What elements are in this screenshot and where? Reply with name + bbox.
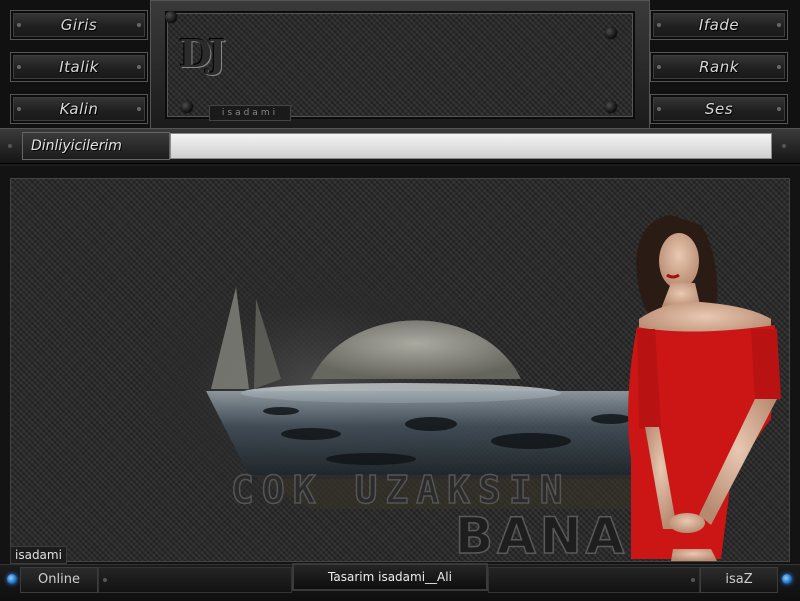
nav-button-label: Ses xyxy=(704,100,734,118)
footer-track-right xyxy=(488,567,700,593)
rivet-icon xyxy=(777,23,781,27)
rivet-icon xyxy=(137,65,141,69)
banner-title-line1: COK UZAKSIN xyxy=(231,468,571,512)
banner-title-line2: BANA xyxy=(455,507,628,561)
nav-button-label: Giris xyxy=(60,16,98,34)
screw-icon xyxy=(181,101,193,113)
online-button[interactable]: Online xyxy=(20,567,98,593)
nav-button-label: Rank xyxy=(699,58,739,76)
screw-icon xyxy=(605,27,617,39)
rivet-icon xyxy=(657,65,661,69)
dj-logo: DJ xyxy=(179,31,226,76)
nav-button-ses[interactable]: Ses xyxy=(650,94,788,124)
rivet-icon xyxy=(782,144,786,148)
rivet-icon xyxy=(17,65,21,69)
rivet-icon xyxy=(103,578,107,582)
nav-button-label: Kalin xyxy=(59,100,99,118)
header-display: DJ isadami xyxy=(165,11,635,121)
banner-artwork: COK UZAKSIN BANA xyxy=(141,215,781,561)
main-panel: COK UZAKSIN BANA xyxy=(10,178,790,562)
status-light-icon xyxy=(782,574,792,584)
rivet-icon xyxy=(657,107,661,111)
rivet-icon xyxy=(691,578,695,582)
nav-button-rank[interactable]: Rank xyxy=(650,52,788,82)
listeners-label[interactable]: Dinliyicilerim xyxy=(22,132,170,160)
footer-track-left xyxy=(98,567,292,593)
designer-credit: Tasarim isadami__Ali xyxy=(292,563,488,591)
status-light-icon xyxy=(7,574,17,584)
nav-button-italik[interactable]: Italik xyxy=(10,52,148,82)
logo-subtitle: isadami xyxy=(209,105,291,121)
current-user-tag: isadami xyxy=(10,546,67,564)
woman-figure xyxy=(628,215,781,561)
rivet-icon xyxy=(137,23,141,27)
screw-icon xyxy=(605,101,617,113)
rivet-icon xyxy=(777,107,781,111)
rivet-icon xyxy=(657,23,661,27)
rivet-icon xyxy=(17,107,21,111)
nav-button-giris[interactable]: Giris xyxy=(10,10,148,40)
nav-button-label: Italik xyxy=(59,58,99,76)
listeners-bar[interactable] xyxy=(170,133,772,159)
nav-button-ifade[interactable]: Ifade xyxy=(650,10,788,40)
rivet-icon xyxy=(777,65,781,69)
isaz-button[interactable]: isaZ xyxy=(700,567,778,593)
rivet-icon xyxy=(8,144,12,148)
nav-button-kalin[interactable]: Kalin xyxy=(10,94,148,124)
nav-button-label: Ifade xyxy=(698,16,740,34)
rivet-icon xyxy=(17,23,21,27)
rivet-icon xyxy=(137,107,141,111)
screw-icon xyxy=(165,11,177,23)
header-panel: DJ isadami xyxy=(150,0,650,132)
